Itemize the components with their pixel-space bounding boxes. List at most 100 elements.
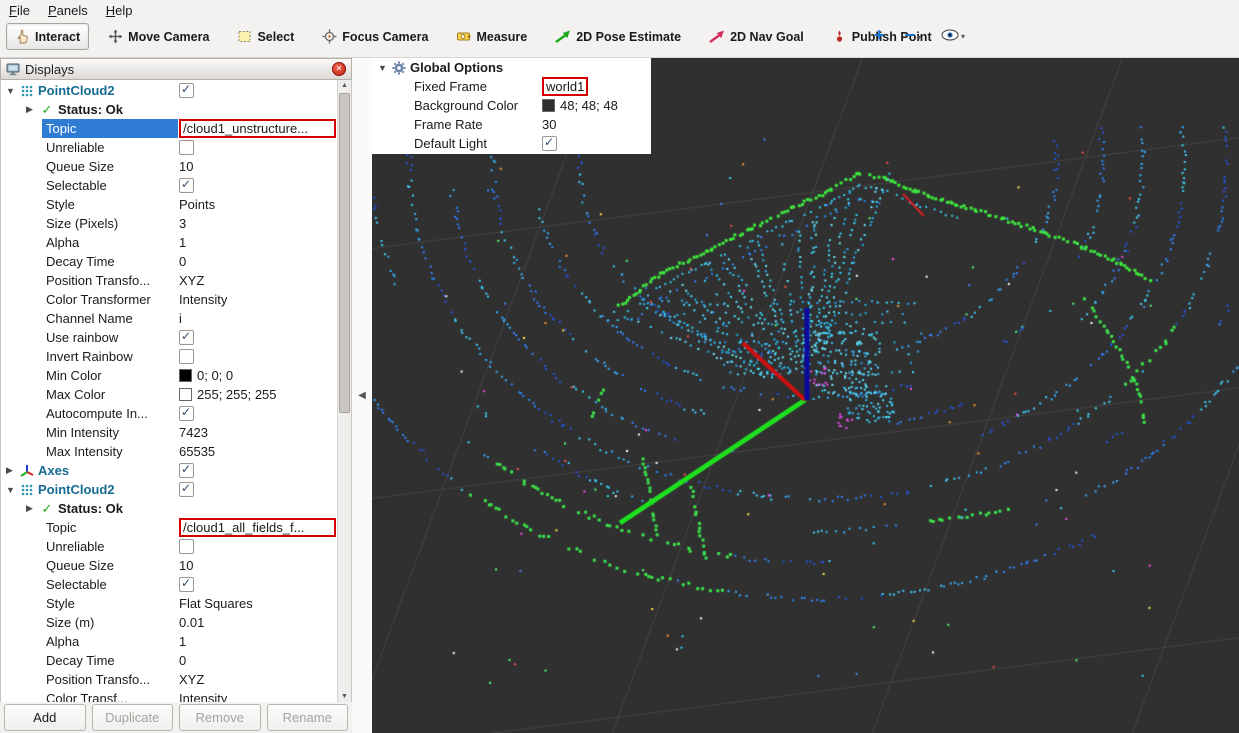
tree-row-queue-size[interactable]: Queue Size10 (1, 157, 338, 176)
property-value[interactable]: 3 (179, 216, 186, 231)
tree-row-status-ok[interactable]: ▶✓Status: Ok (1, 499, 338, 518)
visibility-button[interactable]: ▾ (939, 27, 967, 43)
tool-2d-pose-estimate[interactable]: 2D Pose Estimate (546, 23, 690, 50)
checkbox[interactable] (179, 178, 194, 193)
tree-row-invert-rainbow[interactable]: Invert Rainbow (1, 347, 338, 366)
property-value[interactable]: 0; 0; 0 (197, 368, 233, 383)
tree-row-style[interactable]: StyleFlat Squares (1, 594, 338, 613)
checkbox[interactable] (179, 83, 194, 98)
tree-row-unreliable[interactable]: Unreliable (1, 138, 338, 157)
menu-file[interactable]: File (0, 1, 39, 20)
tree-row-decay-time[interactable]: Decay Time0 (1, 252, 338, 271)
option-value[interactable]: world1 (546, 79, 584, 94)
tree-row-topic[interactable]: Topic/cloud1_unstructure... (1, 119, 338, 138)
expand-arrow-icon[interactable]: ▶ (26, 503, 39, 514)
property-value[interactable]: 0 (179, 254, 186, 269)
displays-panel-header[interactable]: Displays ✕ (0, 58, 352, 80)
close-panel-button[interactable]: ✕ (332, 62, 346, 76)
tool-focus-camera[interactable]: Focus Camera (313, 23, 437, 50)
scrollbar-thumb[interactable] (339, 93, 350, 413)
collapse-arrow-icon[interactable]: ▼ (6, 86, 19, 96)
tree-row-max-intensity[interactable]: Max Intensity65535 (1, 442, 338, 461)
collapse-arrow-icon[interactable]: ▼ (6, 485, 19, 495)
property-value[interactable]: 10 (179, 159, 193, 174)
tree-row-topic[interactable]: Topic/cloud1_all_fields_f... (1, 518, 338, 537)
tree-row-alpha[interactable]: Alpha1 (1, 632, 338, 651)
color-swatch[interactable] (179, 369, 192, 382)
menu-panels[interactable]: Panels (39, 1, 97, 20)
property-value[interactable]: 0.01 (179, 615, 204, 630)
scroll-up-icon[interactable]: ▲ (338, 82, 351, 89)
tree-row-decay-time[interactable]: Decay Time0 (1, 651, 338, 670)
checkbox[interactable] (179, 577, 194, 592)
tree-row-status-ok[interactable]: ▶✓Status: Ok (1, 100, 338, 119)
checkbox[interactable] (542, 136, 557, 151)
remove-tool-button[interactable]: −▾ (903, 26, 924, 44)
tree-row-size-m[interactable]: Size (m)0.01 (1, 613, 338, 632)
tool-move-camera[interactable]: Move Camera (99, 23, 218, 50)
tool-select[interactable]: Select (228, 23, 303, 50)
tree-row-min-intensity[interactable]: Min Intensity7423 (1, 423, 338, 442)
property-value[interactable]: i (179, 311, 182, 326)
color-swatch[interactable] (542, 99, 555, 112)
tree-row-color-transformer[interactable]: Color TransformerIntensity (1, 290, 338, 309)
tree-row-position-transfo[interactable]: Position Transfo...XYZ (1, 670, 338, 689)
property-value[interactable]: Points (179, 197, 215, 212)
tree-row-style[interactable]: StylePoints (1, 195, 338, 214)
checkbox[interactable] (179, 463, 194, 478)
panel-splitter[interactable]: ◀ (352, 58, 372, 733)
property-value[interactable]: XYZ (179, 273, 204, 288)
property-value[interactable]: /cloud1_unstructure... (183, 121, 308, 136)
checkbox[interactable] (179, 539, 194, 554)
property-value[interactable]: 10 (179, 558, 193, 573)
checkbox[interactable] (179, 140, 194, 155)
tree-row-unreliable[interactable]: Unreliable (1, 537, 338, 556)
scroll-down-icon[interactable]: ▼ (338, 693, 351, 700)
property-value[interactable]: 7423 (179, 425, 208, 440)
property-value[interactable]: Intensity (179, 292, 227, 307)
tree-row-queue-size[interactable]: Queue Size10 (1, 556, 338, 575)
tree-row-alpha[interactable]: Alpha1 (1, 233, 338, 252)
property-value[interactable]: Intensity (179, 691, 227, 702)
checkbox[interactable] (179, 482, 194, 497)
global-option-frame-rate[interactable]: Frame Rate30 (372, 115, 651, 134)
checkbox[interactable] (179, 349, 194, 364)
global-option-background-color[interactable]: Background Color48; 48; 48 (372, 96, 651, 115)
property-value[interactable]: 255; 255; 255 (197, 387, 277, 402)
global-option-fixed-frame[interactable]: Fixed Frameworld1 (372, 77, 651, 96)
tree-row-size-pixels[interactable]: Size (Pixels)3 (1, 214, 338, 233)
tree-row-autocompute-in[interactable]: Autocompute In... (1, 404, 338, 423)
property-value[interactable]: 1 (179, 235, 186, 250)
tree-row-color-transf[interactable]: Color Transf...Intensity (1, 689, 338, 702)
option-value[interactable]: 30 (542, 117, 556, 132)
option-value[interactable]: 48; 48; 48 (560, 98, 618, 113)
checkbox[interactable] (179, 330, 194, 345)
property-value[interactable]: 65535 (179, 444, 215, 459)
global-option-default-light[interactable]: Default Light (372, 134, 651, 153)
expand-arrow-icon[interactable]: ▶ (6, 465, 19, 476)
tool-2d-nav-goal[interactable]: 2D Nav Goal (700, 23, 813, 50)
property-value[interactable]: /cloud1_all_fields_f... (183, 520, 304, 535)
tree-row-axes[interactable]: ▶Axes (1, 461, 338, 480)
global-options-header-row[interactable]: ▼Global Options (372, 58, 651, 77)
tree-row-selectable[interactable]: Selectable (1, 176, 338, 195)
tool-measure[interactable]: Measure (447, 23, 536, 50)
tree-row-min-color[interactable]: Min Color0; 0; 0 (1, 366, 338, 385)
property-value[interactable]: Flat Squares (179, 596, 253, 611)
add-button[interactable]: Add (4, 704, 86, 731)
3d-viewport[interactable] (372, 58, 1239, 733)
checkbox[interactable] (179, 406, 194, 421)
add-tool-button[interactable]: + (872, 26, 887, 44)
menu-help[interactable]: Help (97, 1, 142, 20)
property-value[interactable]: 0 (179, 653, 186, 668)
collapse-arrow-icon[interactable]: ▼ (378, 63, 391, 73)
tree-row-max-color[interactable]: Max Color255; 255; 255 (1, 385, 338, 404)
tree-row-pointcloud2[interactable]: ▼PointCloud2 (1, 480, 338, 499)
color-swatch[interactable] (179, 388, 192, 401)
tree-row-position-transfo[interactable]: Position Transfo...XYZ (1, 271, 338, 290)
property-value[interactable]: 1 (179, 634, 186, 649)
tree-row-selectable[interactable]: Selectable (1, 575, 338, 594)
tool-interact[interactable]: Interact (6, 23, 89, 50)
expand-arrow-icon[interactable]: ▶ (26, 104, 39, 115)
tree-row-use-rainbow[interactable]: Use rainbow (1, 328, 338, 347)
